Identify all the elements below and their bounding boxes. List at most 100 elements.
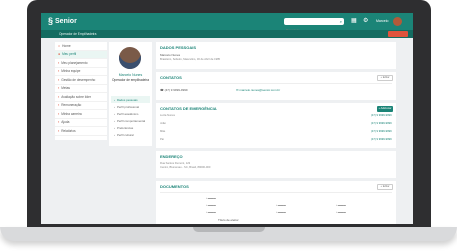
user-avatar[interactable]: [393, 17, 402, 26]
nav-item-avaliacao[interactable]: ▪ Avaliação sobre líder: [55, 93, 107, 102]
report-icon: ▪: [58, 128, 60, 133]
profile-name: Marcelo Nunes: [118, 73, 143, 77]
card-title: DOCUMENTOS: [160, 184, 189, 189]
brand-logo[interactable]: § Senior: [48, 16, 77, 26]
top-bar: § Senior ⌕ ▦ ⚙ Marcelo: [41, 13, 413, 34]
nav-item-label: Minha carreira: [61, 111, 82, 116]
profile-role: Operador de empilhadeira: [111, 78, 150, 82]
document-field: ▪ ▬▬▬: [336, 211, 346, 214]
nav-item-metas[interactable]: ▪ Metas: [55, 85, 107, 93]
profile-menu-item[interactable]: › Preferências: [111, 124, 150, 131]
grid-icon[interactable]: ▦: [351, 17, 357, 24]
profile-menu-item[interactable]: › Perfil acadêmico: [111, 110, 150, 117]
profile-menu-item[interactable]: › Dados pessoais: [111, 96, 150, 103]
profile-menu-label: Preferências: [116, 125, 134, 130]
nav-item-ajuda[interactable]: ▪ Ajuda: [55, 119, 107, 127]
chevron-right-icon: ›: [114, 97, 115, 102]
card-title: DADOS PESSOAIS: [160, 45, 197, 50]
home-icon: ⌂: [58, 43, 61, 48]
profile-menu-item[interactable]: › Perfil cultural: [111, 131, 150, 138]
nav-item-label: Gestão de desempenho: [61, 77, 96, 82]
nav-item-label: Relatórios: [61, 128, 76, 133]
document-field: ▪ ▬▬▬: [206, 204, 216, 207]
personal-name: Marcelo Nunes: [160, 53, 181, 57]
brand-name: Senior: [55, 17, 77, 25]
nav-item-label: Ajuda: [61, 120, 70, 125]
profile-menu-item[interactable]: › Perfil comportamental: [111, 117, 150, 124]
edit-button[interactable]: + Editar: [377, 75, 393, 81]
emergency-phone[interactable]: (47) 9 9999-9999: [371, 114, 392, 117]
nav-item-label: Minha equipe: [61, 69, 81, 74]
nav-item-planejamento[interactable]: ▪ Meu planejamento: [55, 59, 107, 68]
divider: [160, 83, 392, 84]
emergency-phone[interactable]: (47) 9 9999-9999: [371, 130, 392, 133]
nav-item-meu-perfil[interactable]: ● Meu perfil: [55, 50, 107, 59]
emergency-phone[interactable]: (47) 9 9999-9999: [371, 138, 392, 141]
document-field: ▪ ▬▬▬: [276, 204, 286, 207]
document-field: ▪ ▬▬▬: [206, 211, 216, 214]
emergency-name: Mãe: [160, 130, 166, 133]
nav-item-label: Avaliação sobre líder: [61, 94, 91, 99]
nav-item-carreira[interactable]: ▪ Minha carreira: [55, 110, 107, 119]
nav-item-desempenho[interactable]: ▪ Gestão de desempenho: [55, 76, 107, 85]
money-icon: ▪: [58, 103, 60, 108]
target-icon: ▪: [58, 86, 60, 91]
app-screen: § Senior ⌕ ▦ ⚙ Marcelo Operador de Empil…: [41, 13, 413, 224]
nav-item-equipe[interactable]: ▪ Minha equipe: [55, 68, 107, 76]
document-field: ▪ ▬▬▬: [206, 197, 216, 200]
email-value[interactable]: ✉ marcelo.nunes@senior.com.br: [236, 88, 280, 92]
emergency-name: Luiza Nunes: [160, 114, 175, 117]
phone-text: (47) 9 9999-9999: [164, 88, 188, 92]
left-nav: ⌂ Home ● Meu perfil ▪ Meu planejamento ▪ Min…: [55, 42, 107, 140]
user-icon: ●: [58, 52, 61, 57]
document-field: ▪ ▬▬▬: [276, 211, 286, 214]
profile-menu-label: Perfil cultural: [116, 132, 134, 137]
briefcase-icon: ▪: [58, 111, 60, 116]
divider: [160, 192, 392, 193]
user-name[interactable]: Marcelo: [376, 19, 388, 23]
senior-logo-icon: §: [48, 16, 54, 26]
search-box: ⌕: [284, 18, 344, 34]
nav-item-remuneracao[interactable]: ▪ Remuneração: [55, 102, 107, 110]
chevron-right-icon: ›: [114, 111, 115, 116]
action-button[interactable]: [388, 31, 408, 37]
document-field: ▪ ▬▬▬: [336, 204, 346, 207]
emergency-phone[interactable]: (47) 9 9999-9999: [371, 122, 392, 125]
email-text: marcelo.nunes@senior.com.br: [239, 88, 281, 92]
profile-avatar[interactable]: [119, 47, 141, 69]
add-contact-button[interactable]: + Adicionar: [377, 106, 393, 112]
nav-item-relatorios[interactable]: ▪ Relatórios: [55, 127, 107, 136]
card-contatos-emergencia: CONTATOS DE EMERGÊNCIA + Adicionar Luiza…: [156, 103, 396, 148]
profile-menu-item[interactable]: › Perfil profissional: [111, 103, 150, 110]
chart-icon: ▪: [58, 77, 60, 82]
address-line-2: Centro, Blumenau - SC, Brasil, 89000-000: [160, 166, 211, 169]
search-icon[interactable]: ⌕: [340, 19, 342, 24]
profile-menu-label: Perfil acadêmico: [116, 111, 139, 116]
profile-menu-label: Perfil comportamental: [116, 118, 146, 123]
profile-menu-label: Perfil profissional: [116, 104, 139, 109]
card-title: CONTATOS: [160, 75, 182, 80]
nav-item-label: Metas: [61, 86, 70, 91]
profile-card: Marcelo Nunes Operador de empilhadeira ›…: [109, 42, 152, 146]
sub-bar: Operador de Empilhadeira: [41, 30, 413, 38]
edit-documents-button[interactable]: + Editar: [377, 184, 393, 190]
card-documentos: DOCUMENTOS + Editar ▪ ▬▬▬ ▪ ▬▬▬ ▪ ▬▬▬ ▪ …: [156, 181, 396, 224]
nav-item-home[interactable]: ⌂ Home: [55, 42, 107, 51]
star-icon: ▪: [58, 94, 60, 99]
card-contatos: CONTATOS + Editar ☎ (47) 9 9999-9999 ✉ m…: [156, 72, 396, 100]
card-title: CONTATOS DE EMERGÊNCIA: [160, 106, 217, 111]
card-dados-pessoais: DADOS PESSOAIS Marcelo Nunes Brasileiro,…: [156, 42, 396, 69]
chevron-right-icon: ›: [114, 125, 115, 130]
address-line-1: Rua Santos Dumont, 123: [160, 162, 191, 165]
team-icon: ▪: [58, 69, 60, 74]
personal-details: Brasileiro, Solteiro, Masculino, 30 de A…: [160, 58, 221, 61]
calendar-icon: ▪: [58, 60, 60, 65]
chevron-right-icon: ›: [114, 104, 115, 109]
emergency-name: João: [160, 122, 166, 125]
nav-item-label: Home: [62, 43, 71, 48]
emergency-name: Pai: [160, 138, 164, 141]
card-endereco: ENDEREÇO Rua Santos Dumont, 123 Centro, …: [156, 151, 396, 178]
card-title: ENDEREÇO: [160, 154, 183, 159]
gear-icon[interactable]: ⚙: [363, 17, 368, 24]
nav-item-label: Remuneração: [61, 103, 82, 108]
